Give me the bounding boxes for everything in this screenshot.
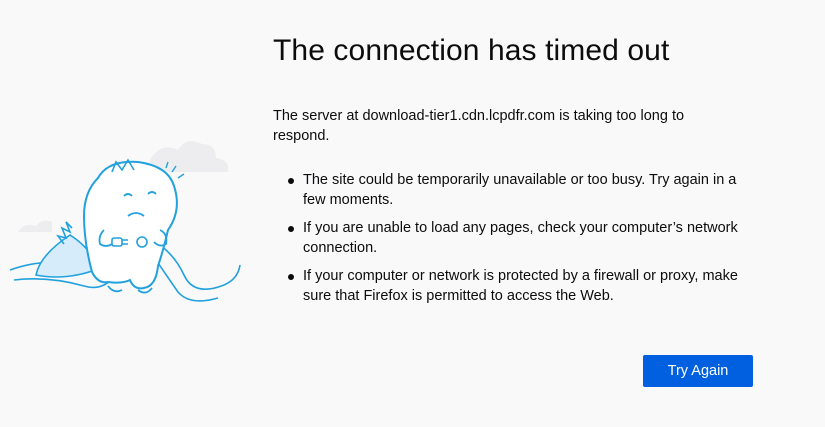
list-item: If your computer or network is protected…: [288, 266, 758, 306]
list-item-text: The site could be temporarily unavailabl…: [303, 172, 737, 208]
try-again-button[interactable]: Try Again: [643, 355, 753, 387]
reasons-list: The site could be temporarily unavailabl…: [273, 170, 763, 306]
list-item: If you are unable to load any pages, che…: [288, 218, 758, 258]
list-item: The site could be temporarily unavailabl…: [288, 170, 758, 210]
list-item-text: If you are unable to load any pages, che…: [303, 220, 738, 256]
list-item-text: If your computer or network is protected…: [303, 268, 738, 304]
bullet-icon: [288, 178, 294, 184]
bullet-icon: [288, 226, 294, 232]
page-title: The connection has timed out: [273, 34, 670, 67]
error-content: The connection has timed out The server …: [273, 28, 763, 314]
error-page: The connection has timed out The server …: [0, 0, 825, 427]
bullet-icon: [288, 274, 294, 280]
error-description: The server at download-tier1.cdn.lcpdfr.…: [273, 108, 685, 144]
dino-unplugged-cable-icon: [0, 120, 250, 320]
